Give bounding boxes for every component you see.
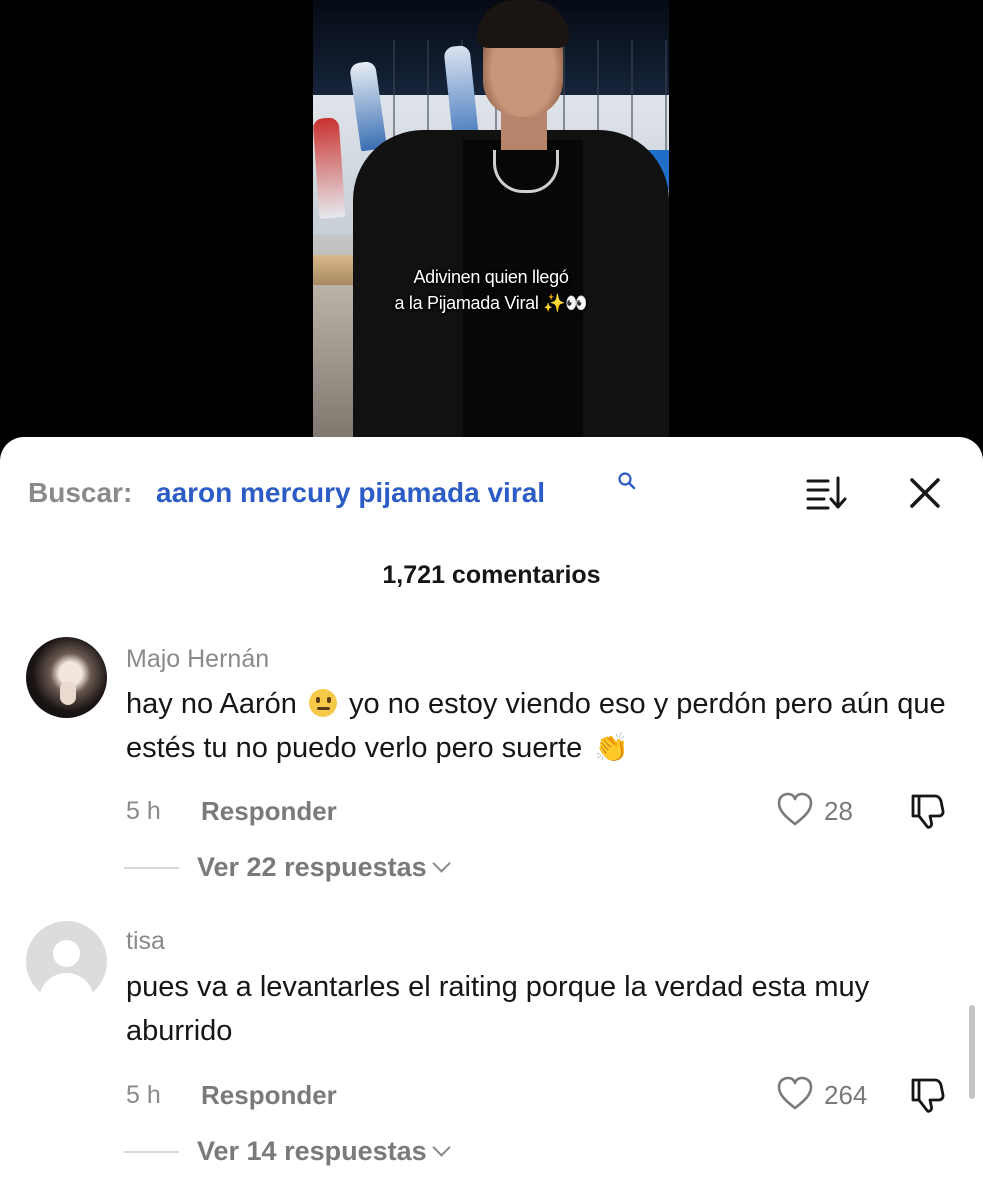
sort-icon[interactable] xyxy=(806,475,848,511)
avatar-default-head xyxy=(53,940,80,967)
heart-icon[interactable] xyxy=(776,791,814,827)
video-person-hair xyxy=(477,0,569,48)
avatar[interactable] xyxy=(26,921,107,1002)
thumbs-down-icon[interactable] xyxy=(908,792,948,830)
thumbs-down-icon[interactable] xyxy=(908,1076,948,1114)
chevron-down-icon xyxy=(431,854,451,873)
comments-sheet: Buscar: aaron mercury pijamada viral 1,7… xyxy=(0,437,983,1200)
clapping-hands-emoji-icon: 👏 xyxy=(594,732,630,763)
comment-text: hay no Aarón yo no estoy viendo eso y pe… xyxy=(126,682,966,770)
scrollbar[interactable] xyxy=(969,1005,975,1099)
search-label: Buscar: xyxy=(28,477,133,508)
video-caption: Adivinen quien llegó a la Pijamada Viral… xyxy=(313,264,669,316)
like-count: 28 xyxy=(824,796,853,826)
search-term-link[interactable]: aaron mercury pijamada viral xyxy=(156,477,545,509)
comment-username[interactable]: Majo Hernán xyxy=(126,645,269,674)
search-header: Buscar: aaron mercury pijamada viral xyxy=(0,437,983,547)
comment-username[interactable]: tisa xyxy=(126,927,165,956)
like-count: 264 xyxy=(824,1080,868,1110)
comment-text-part-1: hay no Aarón xyxy=(126,688,297,720)
reply-button[interactable]: Responder xyxy=(201,1080,337,1111)
neutral-face-emoji-icon xyxy=(308,689,337,717)
search-icon[interactable] xyxy=(617,471,637,491)
replies-divider xyxy=(124,867,179,869)
comment-count: 1,721 comentarios xyxy=(382,561,601,589)
video-caption-line-1: Adivinen quien llegó xyxy=(413,267,569,287)
chevron-down-icon xyxy=(431,1138,451,1157)
comment-time: 5 h xyxy=(126,1081,161,1109)
close-icon[interactable] xyxy=(907,475,943,511)
view-replies-button[interactable]: Ver 14 respuestas xyxy=(197,1136,451,1167)
video-area[interactable]: Adivinen quien llegó a la Pijamada Viral… xyxy=(0,0,983,438)
comment-text: pues va a levantarles el raiting porque … xyxy=(126,971,870,1047)
video-player[interactable]: Adivinen quien llegó a la Pijamada Viral… xyxy=(313,0,669,438)
view-replies-label: Ver 22 respuestas xyxy=(197,852,427,882)
view-replies-label: Ver 14 respuestas xyxy=(197,1136,427,1166)
comment-time: 5 h xyxy=(126,797,161,825)
video-caption-line-2: a la Pijamada Viral ✨👀 xyxy=(394,293,588,313)
view-replies-button[interactable]: Ver 22 respuestas xyxy=(197,852,451,883)
reply-button[interactable]: Responder xyxy=(201,796,337,827)
avatar-default-body xyxy=(39,973,94,1002)
avatar[interactable] xyxy=(26,637,107,718)
heart-icon[interactable] xyxy=(776,1075,814,1111)
replies-divider xyxy=(124,1151,179,1153)
